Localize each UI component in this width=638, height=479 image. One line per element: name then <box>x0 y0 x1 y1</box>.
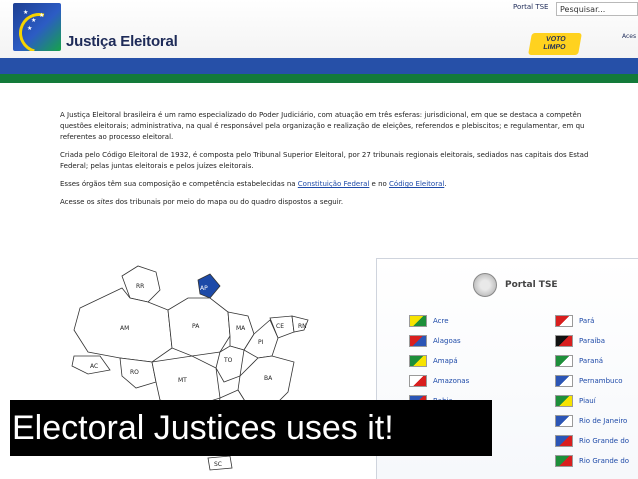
state-flag-icon <box>409 335 427 347</box>
state-label: Pernambuco <box>579 377 623 385</box>
map-label-ap: AP <box>200 285 208 292</box>
site-header: ★ ★ ★ ★ Justiça Eleitoral Portal TSE VOT… <box>0 0 638 58</box>
constitution-link[interactable]: Constituição Federal <box>298 180 370 188</box>
intro-text: A Justiça Eleitoral brasileira é um ramo… <box>60 110 638 215</box>
state-label: Amapá <box>433 357 458 365</box>
state-flag-icon <box>555 415 573 427</box>
state-flag-icon <box>555 355 573 367</box>
state-link-paraíba[interactable]: Paraíba <box>555 335 605 347</box>
state-flag-icon <box>409 355 427 367</box>
state-link-paraná[interactable]: Paraná <box>555 355 603 367</box>
slide-caption: Electoral Justices uses it! <box>10 400 492 456</box>
map-label-ro: RO <box>130 369 139 376</box>
map-label-ac: AC <box>90 363 98 370</box>
state-label: Piauí <box>579 397 596 405</box>
state-label: Pará <box>579 317 595 325</box>
limpo-label: LIMPO <box>542 44 567 51</box>
state-flag-icon <box>555 435 573 447</box>
voto-label: VOTO <box>545 36 567 43</box>
state-flag-icon <box>555 455 573 467</box>
electoral-code-link[interactable]: Código Eleitoral <box>389 180 444 188</box>
portal-tse-link[interactable]: Portal TSE <box>513 3 548 11</box>
state-flag-icon <box>555 315 573 327</box>
paragraph-composition: Criada pelo Código Eleitoral de 1932, é … <box>60 151 589 170</box>
state-label: Rio de Janeiro <box>579 417 628 425</box>
state-label: Rio Grande do <box>579 437 630 445</box>
map-label-ba: BA <box>264 375 273 382</box>
state-link-amapá[interactable]: Amapá <box>409 355 458 367</box>
map-label-am: AM <box>120 325 129 332</box>
state-flag-icon <box>409 375 427 387</box>
republic-emblem-icon <box>473 273 497 297</box>
state-link-amazonas[interactable]: Amazonas <box>409 375 469 387</box>
accessibility-link[interactable]: Aces <box>622 33 636 40</box>
map-label-sc: SC <box>214 461 222 468</box>
state-link-acre[interactable]: Acre <box>409 315 449 327</box>
state-link-rio-grande-do[interactable]: Rio Grande do <box>555 435 629 447</box>
state-label: Acre <box>433 317 449 325</box>
panel-title[interactable]: Portal TSE <box>505 280 558 290</box>
brand-title[interactable]: Justiça Eleitoral <box>66 33 178 50</box>
state-link-alagoas[interactable]: Alagoas <box>409 335 461 347</box>
state-label: Amazonas <box>433 377 470 385</box>
map-label-rr: RR <box>136 283 144 290</box>
state-flag-icon <box>555 335 573 347</box>
state-link-pará[interactable]: Pará <box>555 315 594 327</box>
paragraph-intro: A Justiça Eleitoral brasileira é um ramo… <box>60 111 585 141</box>
nav-subbar <box>0 74 638 83</box>
tse-logo[interactable]: ★ ★ ★ ★ <box>13 3 61 51</box>
nav-bar <box>0 58 638 74</box>
paragraph-organs: Esses órgãos têm sua composição e compet… <box>60 180 447 188</box>
map-label-pi: PI <box>258 339 264 346</box>
map-label-rn: RN <box>298 323 307 330</box>
state-flag-icon <box>555 395 573 407</box>
map-label-mt: MT <box>178 377 187 384</box>
state-link-rio-de-janeiro[interactable]: Rio de Janeiro <box>555 415 627 427</box>
voto-limpo-badge[interactable]: VOTO LIMPO <box>528 33 582 55</box>
state-label: Alagoas <box>433 337 461 345</box>
map-label-to: TO <box>223 357 233 364</box>
search-input[interactable] <box>556 2 638 16</box>
state-link-rio-grande-do[interactable]: Rio Grande do <box>555 455 629 467</box>
map-label-pa: PA <box>192 323 200 330</box>
state-link-piauí[interactable]: Piauí <box>555 395 596 407</box>
map-label-ma: MA <box>236 325 246 332</box>
state-label: Paraná <box>579 357 604 365</box>
paragraph-access: Acesse os sites dos tribunais por meio d… <box>60 198 344 206</box>
state-label: Paraíba <box>579 337 606 345</box>
state-link-pernambuco[interactable]: Pernambuco <box>555 375 623 387</box>
state-flag-icon <box>409 315 427 327</box>
state-flag-icon <box>555 375 573 387</box>
map-label-ce: CE <box>276 323 284 330</box>
state-label: Rio Grande do <box>579 457 630 465</box>
